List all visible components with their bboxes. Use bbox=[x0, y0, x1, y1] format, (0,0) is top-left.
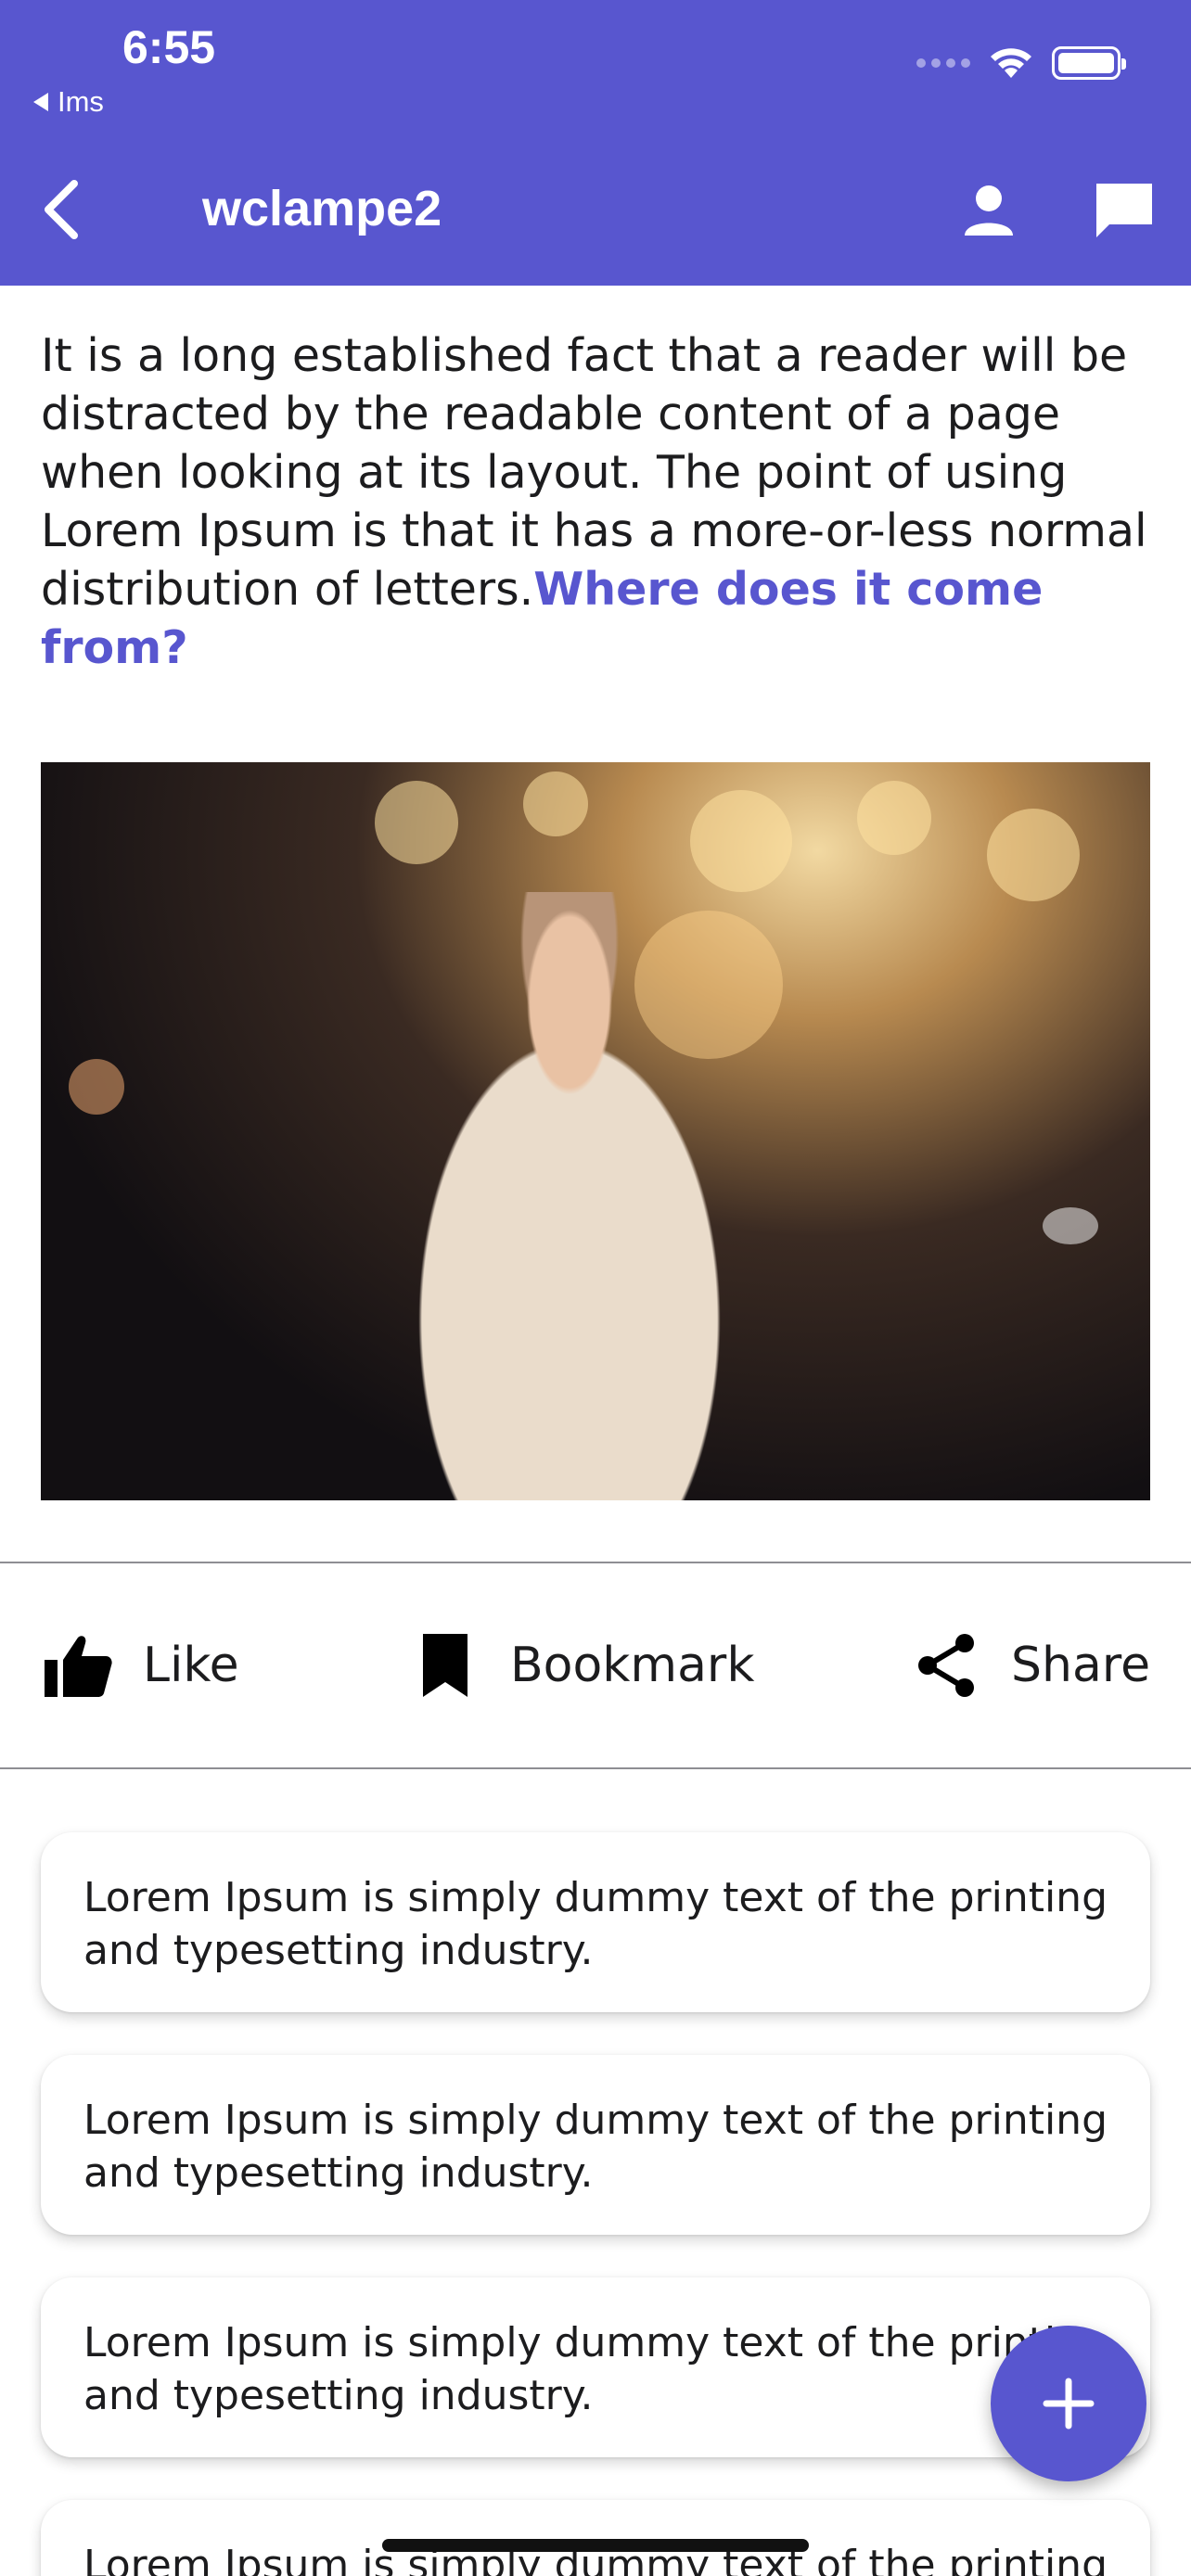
plus-icon bbox=[1043, 2378, 1095, 2429]
cellular-signal-icon bbox=[916, 58, 970, 68]
back-app-label: Ims bbox=[58, 85, 104, 118]
like-button[interactable]: Like bbox=[41, 1628, 239, 1702]
header: 6:55 Ims wclampe2 bbox=[0, 0, 1191, 286]
add-button[interactable] bbox=[991, 2326, 1146, 2481]
share-label: Share bbox=[1011, 1638, 1151, 1693]
woman-figure bbox=[338, 892, 801, 1500]
bookmark-icon bbox=[423, 1634, 467, 1697]
status-icons bbox=[916, 45, 1126, 82]
comment-card[interactable]: Lorem Ipsum is simply dummy text of the … bbox=[41, 2500, 1150, 2576]
comment-card[interactable]: Lorem Ipsum is simply dummy text of the … bbox=[41, 2055, 1150, 2235]
person-icon[interactable] bbox=[955, 178, 1022, 245]
home-indicator bbox=[382, 2539, 809, 2552]
back-to-app[interactable]: Ims bbox=[33, 85, 104, 119]
post-actions: Like Bookmark Share bbox=[0, 1567, 1191, 1767]
bookmark-label: Bookmark bbox=[510, 1638, 755, 1693]
like-label: Like bbox=[143, 1638, 239, 1693]
back-triangle-icon bbox=[33, 93, 48, 111]
battery-icon bbox=[1052, 46, 1126, 80]
divider-bottom bbox=[0, 1767, 1191, 1769]
bookmark-button[interactable]: Bookmark bbox=[408, 1628, 754, 1702]
share-icon bbox=[918, 1634, 974, 1697]
page-title: wclampe2 bbox=[202, 181, 442, 236]
screen: 6:55 Ims wclampe2 It is a long establish… bbox=[0, 0, 1191, 2576]
chat-bubble-icon[interactable] bbox=[1091, 178, 1158, 245]
thumbs-up-icon bbox=[45, 1636, 112, 1697]
post-photo bbox=[41, 762, 1150, 1500]
divider-top bbox=[0, 1562, 1191, 1563]
comment-card[interactable]: Lorem Ipsum is simply dummy text of the … bbox=[41, 2277, 1150, 2457]
chevron-left-icon[interactable] bbox=[37, 178, 85, 241]
share-button[interactable]: Share bbox=[909, 1628, 1150, 1702]
post-body: It is a long established fact that a rea… bbox=[41, 326, 1154, 677]
wifi-icon bbox=[991, 48, 1031, 78]
status-time: 6:55 bbox=[122, 21, 216, 73]
comment-card[interactable]: Lorem Ipsum is simply dummy text of the … bbox=[41, 1832, 1150, 2012]
